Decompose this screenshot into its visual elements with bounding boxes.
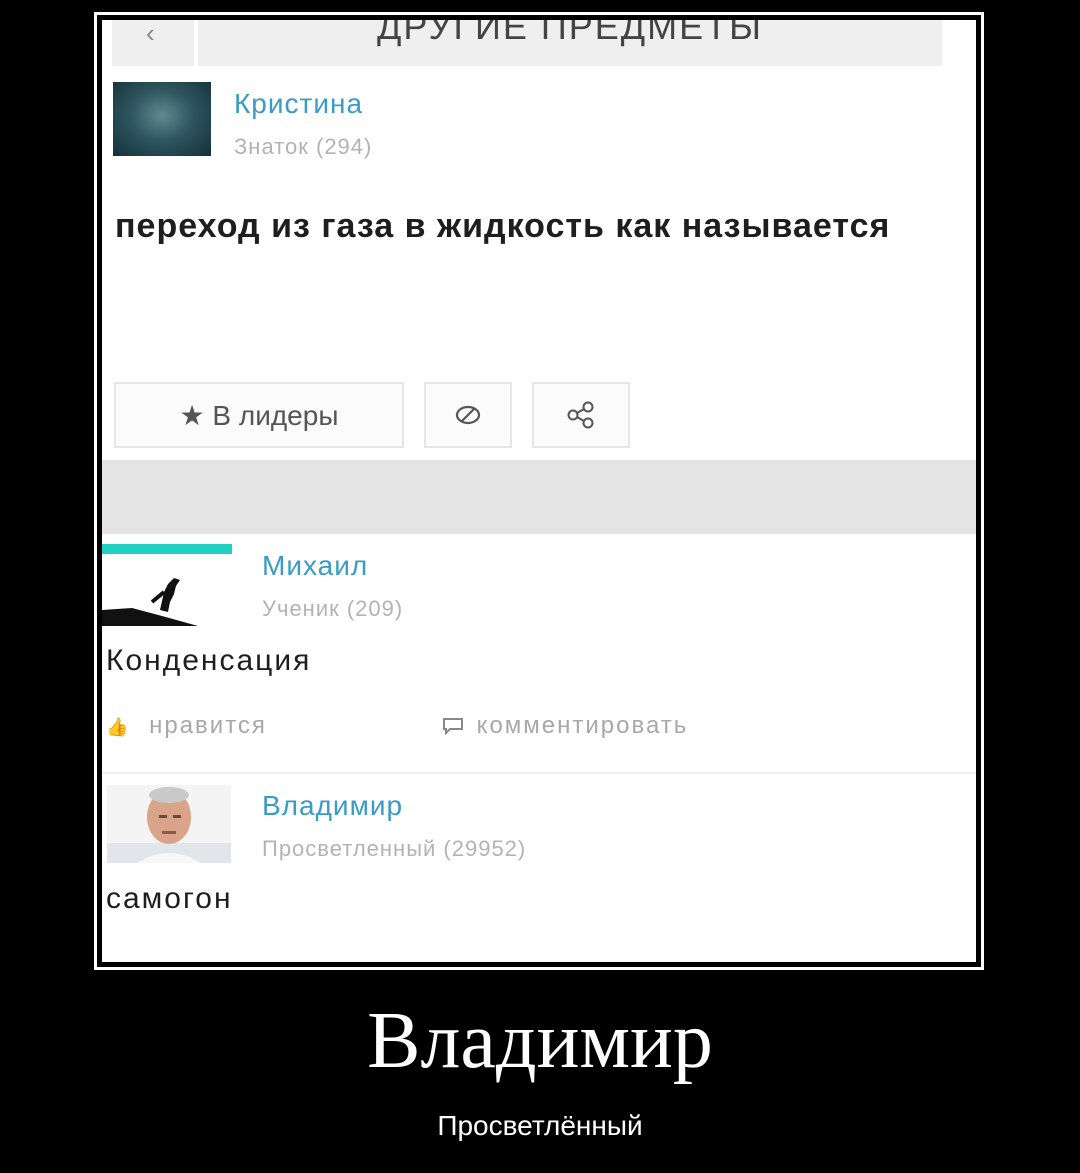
thumbs-up-icon: 👍 [106, 717, 131, 737]
to-leaders-button[interactable]: ★ В лидеры [114, 382, 404, 448]
comment-label: комментировать [476, 712, 689, 739]
answer-divider [102, 772, 976, 774]
block-icon [455, 405, 481, 425]
answer-text-2: самогон [106, 882, 233, 915]
share-icon [567, 401, 594, 429]
chevron-left-icon: ‹ [146, 20, 155, 48]
answer-author-rank-2: Просветленный (29952) [262, 836, 527, 861]
answer-author-rank-1: Ученик (209) [262, 596, 404, 621]
comment-icon [443, 718, 463, 736]
question-text: переход из газа в жидкость как называетс… [115, 207, 891, 245]
screenshot-panel: ‹ ДРУГИЕ ПРЕДМЕТЫ Кристина Знаток (294) … [102, 20, 976, 962]
answer-author-name-2[interactable]: Владимир [262, 790, 403, 822]
category-title-box: ДРУГИЕ ПРЕДМЕТЫ [198, 20, 942, 66]
like-label: нравится [149, 712, 267, 739]
question-author-rank: Знаток (294) [234, 134, 373, 159]
avatar-mikhail[interactable] [102, 544, 232, 626]
section-separator [102, 460, 976, 534]
comment-button[interactable]: комментировать [442, 712, 688, 740]
share-button[interactable] [532, 382, 630, 448]
block-button[interactable] [424, 382, 512, 448]
header-bar: ‹ ДРУГИЕ ПРЕДМЕТЫ [102, 20, 976, 66]
back-button[interactable]: ‹ [112, 20, 194, 66]
caption-subtitle: Просветлённый [437, 1110, 643, 1141]
avatar-vladimir[interactable] [107, 785, 231, 863]
caption-title: Владимир [367, 997, 713, 1085]
question-author-name[interactable]: Кристина [234, 88, 363, 120]
category-title: ДРУГИЕ ПРЕДМЕТЫ [377, 20, 763, 47]
answer-text-1: Конденсация [106, 644, 312, 677]
avatar-kristina[interactable] [113, 82, 211, 156]
answer-author-name-1[interactable]: Михаил [262, 550, 368, 582]
like-button[interactable]: 👍 нравится [106, 712, 267, 740]
